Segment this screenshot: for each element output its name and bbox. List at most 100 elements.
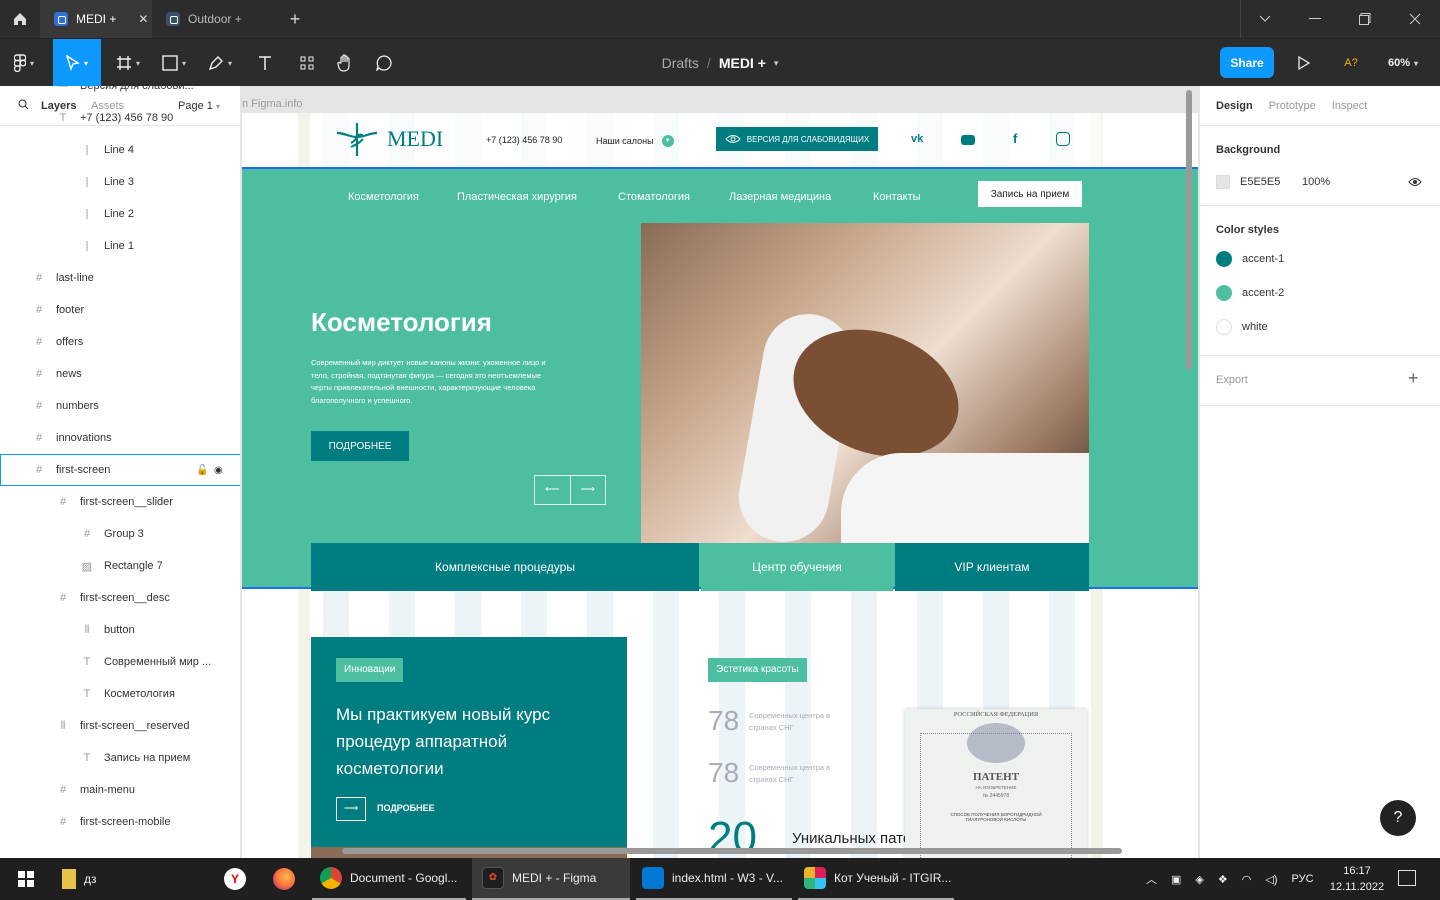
taskbar-chrome[interactable]: Document - Googl... bbox=[312, 858, 466, 900]
background-swatch[interactable] bbox=[1216, 175, 1230, 189]
home-icon[interactable] bbox=[0, 0, 40, 38]
dropbox-icon[interactable]: ❖ bbox=[1218, 873, 1228, 886]
layer-row[interactable]: | Line 3 bbox=[0, 166, 240, 198]
taskbar-slack[interactable]: Кот Ученый - ITGIR... bbox=[798, 858, 954, 900]
resources-button[interactable] bbox=[290, 39, 324, 87]
layer-row[interactable]: T Запись на прием bbox=[0, 742, 240, 774]
windows-start-icon[interactable] bbox=[12, 858, 40, 900]
horizontal-scrollbar[interactable] bbox=[342, 848, 1122, 854]
eye-icon[interactable]: ◉ bbox=[214, 465, 223, 476]
layer-row[interactable]: — Версия для слабови... bbox=[0, 86, 240, 102]
close-window-icon[interactable] bbox=[1390, 0, 1440, 38]
lock-icon[interactable]: 🔓 bbox=[196, 465, 208, 476]
folder-label: дз bbox=[84, 872, 97, 886]
tab-design[interactable]: Design bbox=[1216, 100, 1253, 112]
clock[interactable]: 16:17 12.11.2022 bbox=[1322, 863, 1392, 895]
text-tool-button[interactable] bbox=[248, 39, 282, 87]
language-indicator[interactable]: РУС bbox=[1291, 873, 1313, 885]
layer-row[interactable]: # innovations bbox=[0, 422, 240, 454]
minimize-icon[interactable] bbox=[1290, 0, 1340, 38]
layer-row[interactable]: T +7 (123) 456 78 90 bbox=[0, 102, 240, 134]
layer-row[interactable]: T Косметология bbox=[0, 678, 240, 710]
volume-icon[interactable]: ◁) bbox=[1265, 873, 1277, 886]
frame-label[interactable]: n Figma.info bbox=[242, 98, 303, 110]
layer-row[interactable]: T Современный мир ... bbox=[0, 646, 240, 678]
layer-name: Line 3 bbox=[104, 176, 134, 188]
layer-row[interactable]: # first-screen 🔓 ◉ bbox=[0, 454, 240, 486]
patent-document: РОССИЙСКАЯ ФЕДЕРАЦИЯ ПАТЕНТ НА ИЗОБРЕТЕН… bbox=[905, 709, 1087, 858]
layer-row[interactable]: # last-line bbox=[0, 262, 240, 294]
chevron-down-icon[interactable] bbox=[1240, 0, 1290, 38]
layer-row[interactable]: # first-screen-mobile bbox=[0, 806, 240, 838]
design-canvas[interactable]: n Figma.info MEDI +7 (123) 456 78 90 Наш… bbox=[242, 86, 1198, 858]
main-menu-button[interactable]: ▾ bbox=[0, 39, 48, 87]
close-icon[interactable]: ✕ bbox=[138, 12, 148, 26]
layer-row[interactable]: # first-screen__slider bbox=[0, 486, 240, 518]
layer-name: footer bbox=[56, 304, 85, 316]
missing-fonts-button[interactable]: A? bbox=[1334, 39, 1368, 87]
taskbar-vscode[interactable]: index.html - W3 - V... bbox=[636, 858, 792, 900]
shape-tool-button[interactable]: ▾ bbox=[152, 39, 196, 87]
taskbar-yandex[interactable]: Y bbox=[224, 858, 246, 900]
color-style-item[interactable]: white bbox=[1200, 310, 1440, 344]
taskbar-firefox[interactable] bbox=[273, 858, 295, 900]
breadcrumb-drafts[interactable]: Drafts bbox=[662, 55, 699, 71]
strip-training: Центр обучения bbox=[701, 543, 893, 591]
antivirus-icon[interactable]: ◈ bbox=[1195, 873, 1203, 886]
layer-row[interactable]: ⦀ first-screen__reserved bbox=[0, 710, 240, 742]
layer-name: first-screen-mobile bbox=[80, 816, 171, 828]
layer-row[interactable]: # Group 3 bbox=[0, 518, 240, 550]
layer-row[interactable]: # main-menu bbox=[0, 774, 240, 806]
tab-medi[interactable]: MEDI + ✕ bbox=[40, 0, 152, 38]
hand-tool-button[interactable] bbox=[328, 39, 362, 87]
layer-row[interactable]: # numbers bbox=[0, 390, 240, 422]
move-tool-button[interactable]: ▾ bbox=[53, 39, 101, 87]
layer-row[interactable]: # footer bbox=[0, 294, 240, 326]
pen-tool-button[interactable]: ▾ bbox=[198, 39, 242, 87]
frame-medi-site[interactable]: MEDI +7 (123) 456 78 90 Наши салоны ▼ ВЕР… bbox=[242, 113, 1198, 858]
zoom-menu[interactable]: 60% ▾ bbox=[1380, 39, 1426, 87]
site-vision-button: ВЕРСИЯ ДЛЯ СЛАБОВИДЯЩИХ bbox=[716, 127, 878, 151]
frame-tool-button[interactable]: ▾ bbox=[106, 39, 150, 87]
tab-outdoor[interactable]: Outdoor + bbox=[152, 0, 278, 38]
background-opacity[interactable]: 100% bbox=[1302, 176, 1330, 188]
comment-tool-button[interactable] bbox=[367, 39, 401, 87]
notifications-icon[interactable] bbox=[1398, 870, 1416, 886]
color-style-item[interactable]: accent-2 bbox=[1200, 276, 1440, 310]
file-name[interactable]: MEDI + bbox=[719, 55, 766, 71]
taskbar-folder[interactable]: дз bbox=[62, 858, 97, 900]
wifi-icon[interactable]: ◠ bbox=[1242, 873, 1252, 886]
layer-row[interactable]: # news bbox=[0, 358, 240, 390]
layer-row[interactable]: | Line 1 bbox=[0, 230, 240, 262]
background-hex[interactable]: E5E5E5 bbox=[1240, 176, 1280, 188]
background-section: Background E5E5E5 100% bbox=[1200, 126, 1440, 206]
layer-row[interactable]: ⦀ button bbox=[0, 614, 240, 646]
layer-row[interactable]: ▨ Rectangle 7 bbox=[0, 550, 240, 582]
layer-row[interactable]: | Line 2 bbox=[0, 198, 240, 230]
eye-icon[interactable] bbox=[1408, 176, 1422, 190]
layer-row[interactable]: # offers bbox=[0, 326, 240, 358]
vertical-scrollbar[interactable] bbox=[1186, 90, 1192, 370]
share-button[interactable]: Share bbox=[1220, 47, 1274, 78]
maximize-icon[interactable] bbox=[1340, 0, 1390, 38]
layer-type-icon: # bbox=[35, 272, 43, 284]
color-style-item[interactable]: accent-1 bbox=[1200, 242, 1440, 276]
figma-icon: ✿ bbox=[482, 867, 504, 889]
tab-prototype[interactable]: Prototype bbox=[1269, 100, 1316, 112]
new-tab-plus-icon[interactable]: + bbox=[280, 0, 310, 38]
help-button[interactable]: ? bbox=[1380, 800, 1416, 836]
chevron-up-icon[interactable]: ︿ bbox=[1146, 871, 1157, 887]
layer-row[interactable]: | Line 4 bbox=[0, 134, 240, 166]
present-button[interactable] bbox=[1290, 39, 1318, 87]
layer-row[interactable]: # first-screen__desc bbox=[0, 582, 240, 614]
site-header: MEDI +7 (123) 456 78 90 Наши салоны ▼ ВЕР… bbox=[311, 113, 1101, 167]
network-icon[interactable]: ▣ bbox=[1171, 873, 1181, 886]
taskbar-figma[interactable]: ✿ MEDI + - Figma bbox=[472, 858, 630, 900]
arrow-right-icon: ⟶ bbox=[580, 484, 595, 495]
add-export-plus-icon[interactable]: + bbox=[1408, 368, 1419, 389]
tab-inspect[interactable]: Inspect bbox=[1332, 100, 1367, 112]
chevron-down-icon[interactable]: ▾ bbox=[774, 58, 779, 69]
hero-text: Современный мир диктует новые каноны жиз… bbox=[311, 358, 546, 405]
instagram-icon bbox=[1056, 132, 1070, 146]
site-menu-item: Лазерная медицина bbox=[729, 191, 832, 203]
